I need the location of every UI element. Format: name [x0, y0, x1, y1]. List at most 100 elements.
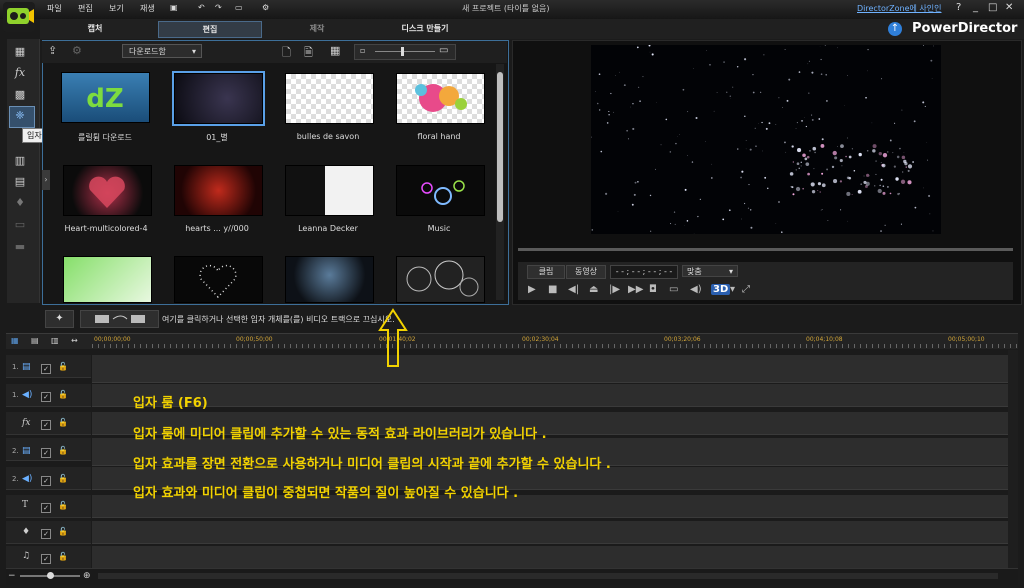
timecode-field[interactable]: - - ; - - ; - - ; - -	[610, 265, 678, 279]
help-button[interactable]: ?	[956, 2, 961, 13]
external-preview-icon[interactable]: ▭	[669, 284, 678, 295]
directorzone-signin-link[interactable]: DirectorZone에 사인인	[857, 3, 942, 14]
library-item-music[interactable]	[397, 166, 484, 215]
timeline-view-icon[interactable]: ▦	[11, 336, 19, 345]
clip-mode-button[interactable]: 클립	[527, 265, 565, 279]
gear-icon[interactable]: ⚙	[262, 3, 269, 12]
play-icon[interactable]: ▶	[528, 284, 536, 295]
add-to-timeline-icon[interactable]: ✦	[45, 310, 74, 328]
transition-room-icon[interactable]: ▤	[10, 174, 30, 190]
lock-icon[interactable]: 🔓	[58, 527, 68, 536]
track-audio-1[interactable]	[92, 384, 1008, 407]
library-item-soap-bubbles[interactable]	[397, 257, 484, 302]
preview-timeline-bar[interactable]	[518, 248, 1013, 251]
particle-room-icon[interactable]: ❈	[10, 108, 30, 124]
chevron-down-icon[interactable]: ▾	[730, 284, 735, 295]
aspect-ratio-icon[interactable]: ▭	[235, 3, 243, 12]
zoom-in-icon[interactable]: ⊕	[83, 571, 91, 581]
pip-room-icon[interactable]: ▩	[10, 87, 30, 103]
track-enable-checkbox[interactable]: ✓	[41, 420, 51, 430]
upgrade-arrow-icon[interactable]: ↑	[888, 22, 902, 36]
track-enable-checkbox[interactable]: ✓	[41, 529, 51, 539]
voice-room-icon[interactable]: ♦	[10, 195, 30, 211]
track-enable-checkbox[interactable]: ✓	[41, 554, 51, 564]
track-manager-icon[interactable]: ▤	[31, 336, 39, 345]
movie-mode-button[interactable]: 동영상	[566, 265, 606, 279]
track-video-1[interactable]	[92, 355, 1008, 383]
library-item-floral-hand[interactable]	[397, 74, 484, 123]
split-icon[interactable]: ⏏	[589, 284, 598, 295]
redo-icon[interactable]: ↷	[215, 3, 222, 12]
lock-icon[interactable]: 🔓	[58, 501, 68, 510]
insert-mode-button[interactable]	[80, 310, 159, 328]
track-enable-checkbox[interactable]: ✓	[41, 476, 51, 486]
chapter-room-icon[interactable]: ▭	[10, 217, 30, 233]
library-filter-dropdown[interactable]: 다운로드함 ▾	[122, 44, 202, 58]
stop-icon[interactable]: ■	[548, 284, 557, 295]
timeline-horizontal-scrollbar[interactable]	[98, 573, 998, 579]
tab-edit[interactable]: 편집	[158, 21, 262, 38]
import-icon[interactable]: ⇪	[48, 44, 57, 57]
library-item-lights[interactable]	[286, 257, 373, 302]
lock-icon[interactable]: 🔓	[58, 390, 68, 399]
track-enable-checkbox[interactable]: ✓	[41, 503, 51, 513]
library-item-sparkle-heart[interactable]	[175, 257, 262, 302]
lock-icon[interactable]: 🔓	[58, 362, 68, 371]
media-room-icon[interactable]: ▦	[10, 44, 30, 60]
timeline-vertical-scrollbar[interactable]	[1008, 350, 1018, 568]
library-item-leanna-decker[interactable]	[286, 166, 373, 215]
edit-file-icon[interactable]: 🗎	[304, 44, 313, 63]
grid-view-icon[interactable]: ▦	[330, 44, 340, 57]
menu-file[interactable]: 파일	[47, 3, 62, 14]
track-voice[interactable]	[92, 521, 1008, 544]
collapse-panel-arrow-icon[interactable]: ›	[42, 170, 50, 190]
fit-dropdown[interactable]: 맞춤 ▾	[682, 265, 738, 277]
track-enable-checkbox[interactable]: ✓	[41, 392, 51, 402]
next-frame-icon[interactable]: |▶	[609, 284, 620, 295]
add-file-icon[interactable]: 🗋	[282, 44, 291, 63]
tab-produce[interactable]: 제작	[282, 21, 352, 36]
tab-create-disc[interactable]: 디스크 만들기	[370, 21, 480, 36]
undock-icon[interactable]: ⤢	[742, 284, 750, 295]
library-scrollbar-thumb[interactable]	[497, 72, 503, 222]
lock-icon[interactable]: 🔓	[58, 552, 68, 561]
lock-icon[interactable]: 🔓	[58, 474, 68, 483]
fast-forward-icon[interactable]: ▶▶	[628, 284, 643, 295]
undo-icon[interactable]: ↶	[198, 3, 205, 12]
fit-timeline-icon[interactable]: ↔	[71, 336, 78, 345]
slider-handle[interactable]	[401, 47, 404, 56]
snapshot-icon[interactable]: ◘	[649, 284, 657, 295]
library-item-heart[interactable]	[64, 166, 151, 215]
restore-button[interactable]: □	[988, 2, 997, 13]
menu-edit[interactable]: 편집	[78, 3, 93, 14]
3d-toggle-icon[interactable]: 3D	[711, 284, 731, 295]
track-enable-checkbox[interactable]: ✓	[41, 448, 51, 458]
save-icon[interactable]: ▣	[170, 3, 178, 12]
lock-icon[interactable]: 🔓	[58, 446, 68, 455]
storyboard-icon[interactable]: ▥	[51, 336, 59, 345]
zoom-slider-handle[interactable]	[47, 572, 54, 579]
library-item-piano[interactable]	[64, 257, 151, 302]
close-button[interactable]: ✕	[1005, 2, 1013, 13]
subtitle-room-icon[interactable]: ▬	[10, 239, 30, 255]
volume-icon[interactable]: ◀)	[690, 284, 702, 295]
lock-icon[interactable]: 🔓	[58, 418, 68, 427]
thumbnail-size-slider[interactable]: ▫ ▭	[354, 44, 456, 60]
large-size-icon: ▭	[439, 45, 449, 56]
menu-play[interactable]: 재생	[140, 3, 155, 14]
previous-frame-icon[interactable]: ◀|	[568, 284, 579, 295]
library-item-directorzone[interactable]: dZ	[62, 73, 149, 122]
tab-capture[interactable]: 캡처	[60, 21, 130, 36]
track-music[interactable]	[92, 546, 1008, 569]
title-room-icon[interactable]: ▥	[10, 153, 30, 169]
track-enable-checkbox[interactable]: ✓	[41, 364, 51, 374]
minimize-button[interactable]: _	[973, 2, 978, 13]
library-item-stars[interactable]	[172, 71, 265, 126]
chevron-down-icon: ▾	[728, 267, 733, 276]
particle-designer-icon[interactable]: ⚙	[72, 44, 82, 57]
library-item-bubbles[interactable]	[286, 74, 373, 123]
zoom-out-icon[interactable]: −	[8, 571, 16, 581]
menu-view[interactable]: 보기	[109, 3, 124, 14]
library-item-hearts[interactable]	[175, 166, 262, 215]
effect-room-icon[interactable]: fx	[10, 65, 30, 81]
